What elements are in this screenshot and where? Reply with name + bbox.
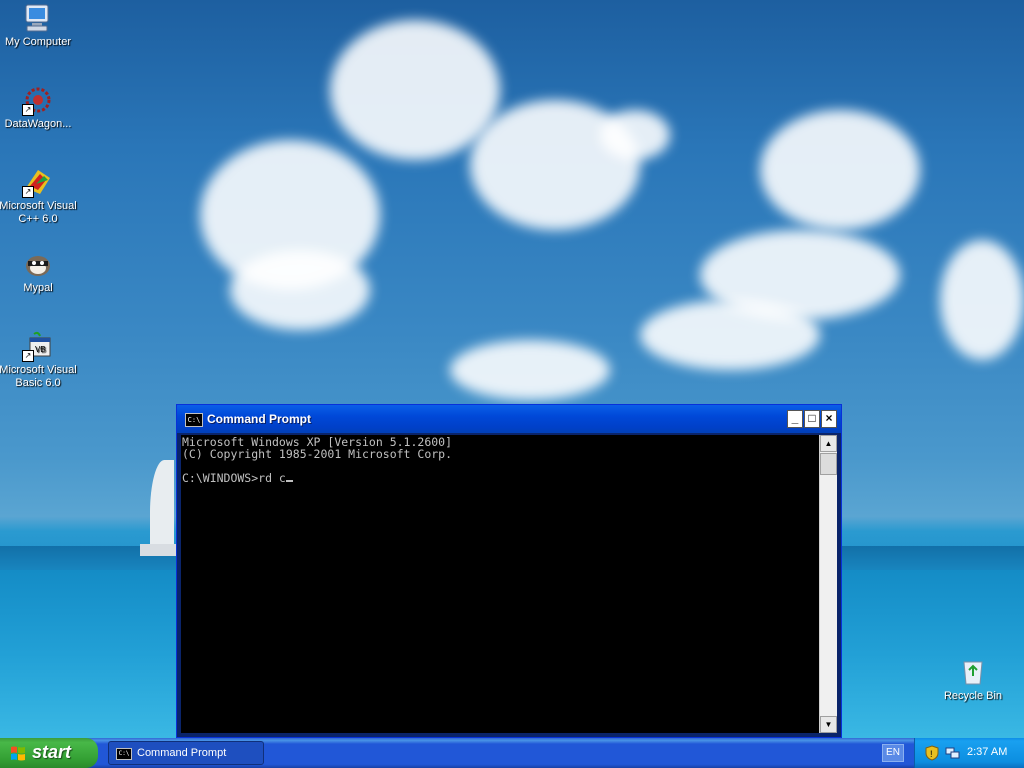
wallpaper-cloud [230, 250, 370, 330]
security-shield-icon[interactable]: ! [925, 745, 939, 761]
command-prompt-window[interactable]: C:\ Command Prompt _ □ × Microsoft Windo… [176, 404, 842, 738]
visual-cpp-icon: ↗ [22, 166, 54, 198]
minimize-button[interactable]: _ [787, 410, 803, 428]
console-line: (C) Copyright 1985-2001 Microsoft Corp. [182, 447, 453, 461]
desktop-icon-my-computer[interactable]: My Computer [0, 2, 78, 49]
my-computer-icon [22, 2, 54, 34]
console-icon: C:\ [116, 748, 132, 760]
system-tray: ! 2:37 AM [914, 738, 1024, 768]
close-button[interactable]: × [821, 410, 837, 428]
scroll-down-button[interactable]: ▼ [820, 716, 837, 733]
wallpaper-cloud [760, 110, 920, 230]
network-icon[interactable] [945, 746, 961, 760]
desktop-icon-mypal[interactable]: Mypal [0, 248, 78, 295]
desktop-icon-visual-basic[interactable]: VB ↗ Microsoft Visual Basic 6.0 [0, 330, 78, 390]
datawagon-icon: ↗ [22, 84, 54, 116]
clock[interactable]: 2:37 AM [967, 746, 1007, 758]
desktop-icon-label: Recycle Bin [943, 690, 1003, 702]
desktop-icon-label: DataWagon... [4, 118, 72, 130]
wallpaper-sailboat [150, 460, 174, 548]
desktop-icon-label: My Computer [4, 36, 72, 48]
console-area[interactable]: Microsoft Windows XP [Version 5.1.2600] … [181, 435, 837, 733]
taskbar-button-label: Command Prompt [137, 747, 227, 759]
taskbar: start C:\ Command Prompt EN ! 2:37 AM [0, 738, 1024, 768]
wallpaper-cloud [330, 20, 500, 160]
wallpaper-cloud [450, 340, 610, 400]
window-titlebar[interactable]: C:\ Command Prompt _ □ × [177, 405, 841, 433]
desktop[interactable]: My Computer ↗ DataWagon... ↗ Microsoft V… [0, 0, 1024, 738]
windows-flag-icon [11, 746, 25, 761]
desktop-icon-label: Mypal [23, 282, 53, 294]
scroll-thumb[interactable] [820, 453, 837, 475]
console-icon[interactable]: C:\ [185, 413, 203, 427]
language-indicator[interactable]: EN [882, 744, 904, 762]
wallpaper-cloud [600, 110, 670, 160]
wallpaper-cloud [640, 300, 820, 370]
wallpaper-sailboat-hull [140, 544, 176, 556]
scroll-up-button[interactable]: ▲ [820, 435, 837, 452]
maximize-button[interactable]: □ [804, 410, 820, 428]
desktop-icon-recycle-bin[interactable]: Recycle Bin [933, 656, 1013, 703]
visual-basic-icon: VB ↗ [22, 330, 54, 362]
window-title: Command Prompt [207, 412, 312, 426]
desktop-icon-label: Microsoft Visual C++ 6.0 [0, 200, 77, 225]
desktop-icon-datawagon[interactable]: ↗ DataWagon... [0, 84, 78, 131]
start-label: start [32, 742, 72, 762]
desktop-icon-label: Microsoft Visual Basic 6.0 [0, 364, 77, 389]
start-button[interactable]: start [0, 738, 98, 768]
vertical-scrollbar[interactable]: ▲ ▼ [819, 435, 837, 733]
wallpaper-cloud [940, 240, 1024, 360]
taskbar-button-command-prompt[interactable]: C:\ Command Prompt [108, 741, 264, 765]
svg-text:VB: VB [35, 345, 46, 354]
text-cursor [285, 480, 293, 482]
shortcut-arrow-icon: ↗ [22, 350, 34, 362]
shortcut-arrow-icon: ↗ [22, 186, 34, 198]
console-prompt-line: C:\WINDOWS>rd c [182, 471, 286, 485]
svg-text:!: ! [930, 749, 933, 759]
console-output[interactable]: Microsoft Windows XP [Version 5.1.2600] … [182, 436, 822, 484]
mypal-icon [22, 248, 54, 280]
desktop-icon-visual-cpp[interactable]: ↗ Microsoft Visual C++ 6.0 [0, 166, 78, 226]
recycle-bin-icon [957, 656, 989, 688]
shortcut-arrow-icon: ↗ [22, 104, 34, 116]
